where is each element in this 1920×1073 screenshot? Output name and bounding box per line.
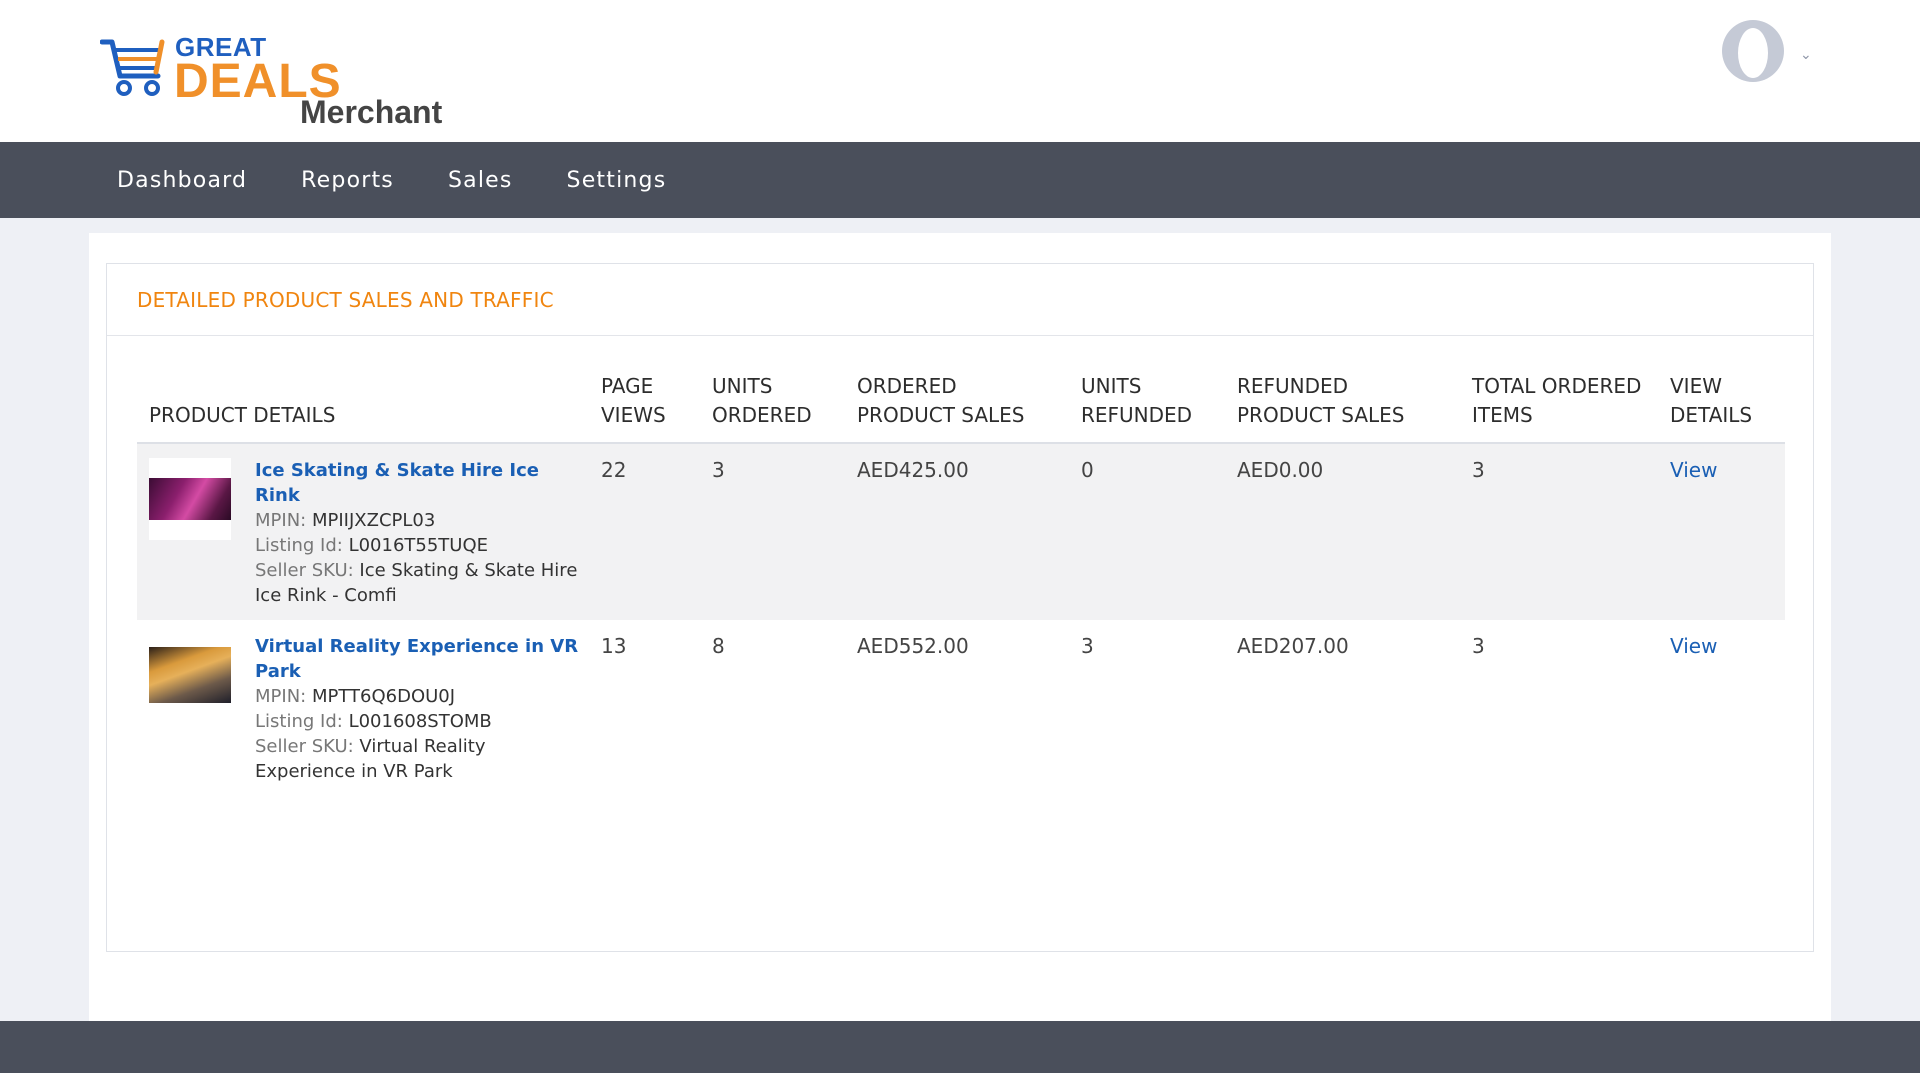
product-sales-table: PRODUCT DETAILS PAGE VIEWS UNITS ORDERED O… <box>137 372 1785 796</box>
col-refunded-sales-line1: REFUNDED <box>1237 374 1349 398</box>
seller-sku-label: Seller SKU: <box>255 560 354 581</box>
nav-sales[interactable]: Sales <box>448 168 513 193</box>
ordered-sales-cell: AED552.00 <box>857 634 969 658</box>
page-footer <box>0 1021 1920 1073</box>
product-thumbnail[interactable] <box>149 458 231 540</box>
product-thumbnail[interactable] <box>149 634 231 716</box>
nav-settings[interactable]: Settings <box>567 168 667 193</box>
view-details-cell: View <box>1658 620 1785 796</box>
page-views-cell: 22 <box>589 443 700 620</box>
mpin-value: MPTT6Q6DOU0J <box>311 686 456 707</box>
col-ordered-sales-line2: PRODUCT SALES <box>857 403 1025 427</box>
units-refunded-cell: 3 <box>1081 634 1094 658</box>
col-ordered-sales-line1: ORDERED <box>857 374 957 398</box>
nav-reports[interactable]: Reports <box>301 168 394 193</box>
table-row: Virtual Reality Experience in VR Park MP… <box>137 620 1785 796</box>
panel-title: DETAILED PRODUCT SALES AND TRAFFIC <box>137 287 554 312</box>
logo-merchant-text: Merchant <box>300 94 443 130</box>
view-details-link[interactable]: View <box>1670 634 1717 658</box>
product-details-cell: Ice Skating & Skate Hire Ice Rink MPIN: … <box>137 443 589 620</box>
mpin-label: MPIN: <box>255 510 307 531</box>
units-ordered-cell: 8 <box>712 634 725 658</box>
refunded-sales-cell: AED207.00 <box>1237 634 1349 658</box>
table-header-row: PRODUCT DETAILS PAGE VIEWS UNITS ORDERED O… <box>137 372 1785 444</box>
vr-park-image <box>149 647 231 703</box>
view-details-cell: View <box>1658 443 1785 620</box>
product-name-link[interactable]: Virtual Reality Experience in VR Park <box>255 634 579 684</box>
col-units-refunded[interactable]: UNITS REFUNDED <box>1069 372 1225 444</box>
refunded-sales-cell: AED0.00 <box>1225 443 1460 620</box>
seller-sku-label: Seller SKU: <box>255 736 354 757</box>
table-row: Ice Skating & Skate Hire Ice Rink MPIN: … <box>137 443 1785 620</box>
col-total-items-line2: ITEMS <box>1472 403 1533 427</box>
listing-id-value: L0016T55TUQE <box>348 535 489 556</box>
mpin-value: MPIIJXZCPL03 <box>311 510 436 531</box>
chevron-down-icon[interactable]: ⌄ <box>1800 46 1812 63</box>
total-items-cell: 3 <box>1460 443 1658 620</box>
col-page-views-line2: VIEWS <box>601 403 666 427</box>
col-total-items-line1: TOTAL ORDERED <box>1472 374 1642 398</box>
nav-dashboard[interactable]: Dashboard <box>117 168 247 193</box>
listing-id-label: Listing Id: <box>255 535 343 556</box>
col-view-details-line2: DETAILS <box>1670 403 1753 427</box>
shopping-cart-icon <box>100 39 165 96</box>
product-details-cell: Virtual Reality Experience in VR Park MP… <box>137 620 589 796</box>
page-views-cell: 13 <box>601 634 627 658</box>
top-header: GREAT DEALS Merchant ⌄ <box>0 0 1920 142</box>
ice-skating-image <box>149 478 231 520</box>
view-details-link[interactable]: View <box>1670 458 1717 482</box>
total-items-cell: 3 <box>1472 634 1485 658</box>
product-name-link[interactable]: Ice Skating & Skate Hire Ice Rink <box>255 458 579 508</box>
listing-id-label: Listing Id: <box>255 711 343 732</box>
col-refunded-sales-line2: PRODUCT SALES <box>1237 403 1405 427</box>
col-units-refunded-line1: UNITS <box>1081 374 1142 398</box>
units-refunded-cell: 0 <box>1069 443 1225 620</box>
main-navbar: Dashboard Reports Sales Settings <box>0 142 1920 218</box>
col-ordered-sales[interactable]: ORDERED PRODUCT SALES <box>845 372 1069 444</box>
col-total-items[interactable]: TOTAL ORDERED ITEMS <box>1460 372 1658 444</box>
panel-header: DETAILED PRODUCT SALES AND TRAFFIC <box>107 264 1813 336</box>
content-container: DETAILED PRODUCT SALES AND TRAFFIC PRODU… <box>89 233 1831 1021</box>
mpin-label: MPIN: <box>255 686 307 707</box>
col-view-details-line1: VIEW <box>1670 374 1722 398</box>
ordered-sales-cell: AED425.00 <box>845 443 1069 620</box>
col-product-details[interactable]: PRODUCT DETAILS <box>137 372 589 444</box>
great-deals-merchant-logo[interactable]: GREAT DEALS Merchant <box>100 28 460 133</box>
units-ordered-cell: 3 <box>700 443 845 620</box>
sales-traffic-panel: DETAILED PRODUCT SALES AND TRAFFIC PRODU… <box>106 263 1814 952</box>
user-menu[interactable]: ⌄ <box>1722 20 1812 82</box>
col-units-ordered-line2: ORDERED <box>712 403 812 427</box>
col-page-views-line1: PAGE <box>601 374 654 398</box>
user-avatar-icon[interactable] <box>1722 20 1784 82</box>
listing-id-value: L001608STOMB <box>348 711 492 732</box>
col-view-details: VIEW DETAILS <box>1658 372 1785 444</box>
col-units-ordered-line1: UNITS <box>712 374 773 398</box>
col-units-refunded-line2: REFUNDED <box>1081 403 1193 427</box>
col-refunded-sales[interactable]: REFUNDED PRODUCT SALES <box>1225 372 1460 444</box>
col-page-views[interactable]: PAGE VIEWS <box>589 372 700 444</box>
col-units-ordered[interactable]: UNITS ORDERED <box>700 372 845 444</box>
